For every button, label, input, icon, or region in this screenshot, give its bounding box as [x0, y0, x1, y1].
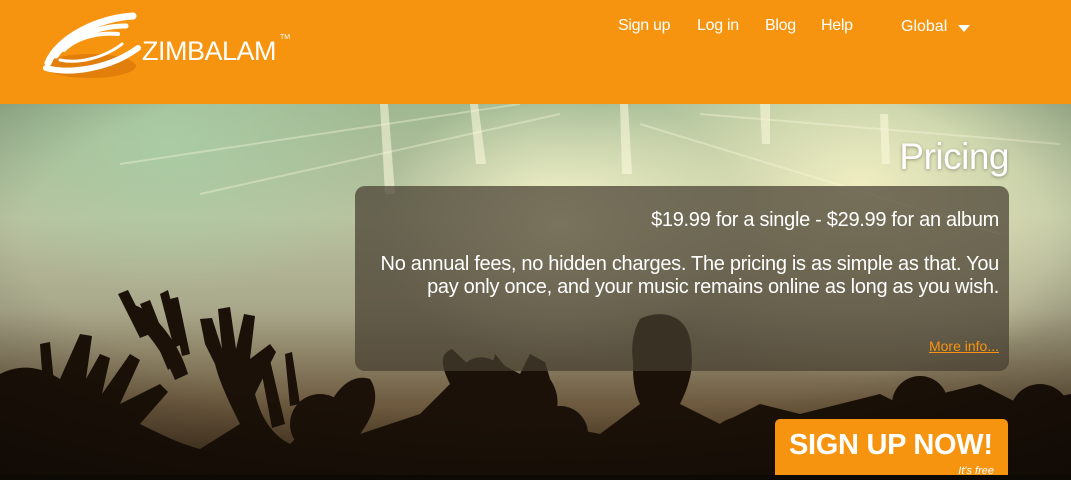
region-selector[interactable]: Global — [901, 18, 947, 36]
nav-help-link[interactable]: Help — [821, 17, 853, 35]
nav-signup-link[interactable]: Sign up — [618, 17, 670, 35]
nav-login-link[interactable]: Log in — [697, 17, 739, 35]
more-info-link[interactable]: More info... — [929, 338, 999, 354]
page-bottom-edge — [0, 475, 1071, 480]
site-header: ZIMBALAM TM Sign up Log in Blog Help Glo… — [0, 0, 1071, 104]
caret-down-icon[interactable] — [958, 25, 970, 32]
signup-now-button[interactable]: SIGN UP NOW! It's free — [775, 419, 1008, 480]
signup-now-label: SIGN UP NOW! — [789, 429, 993, 461]
pricing-info-box: $19.99 for a single - $29.99 for an albu… — [355, 186, 1009, 371]
pricing-heading: Pricing — [899, 136, 1009, 177]
brand-name: ZIMBALAM — [142, 36, 277, 66]
hero-banner: Pricing $19.99 for a single - $29.99 for… — [0, 104, 1071, 480]
nav-blog-link[interactable]: Blog — [765, 17, 796, 35]
price-summary: $19.99 for a single - $29.99 for an albu… — [651, 209, 999, 231]
pricing-description: No annual fees, no hidden charges. The p… — [380, 253, 1000, 298]
